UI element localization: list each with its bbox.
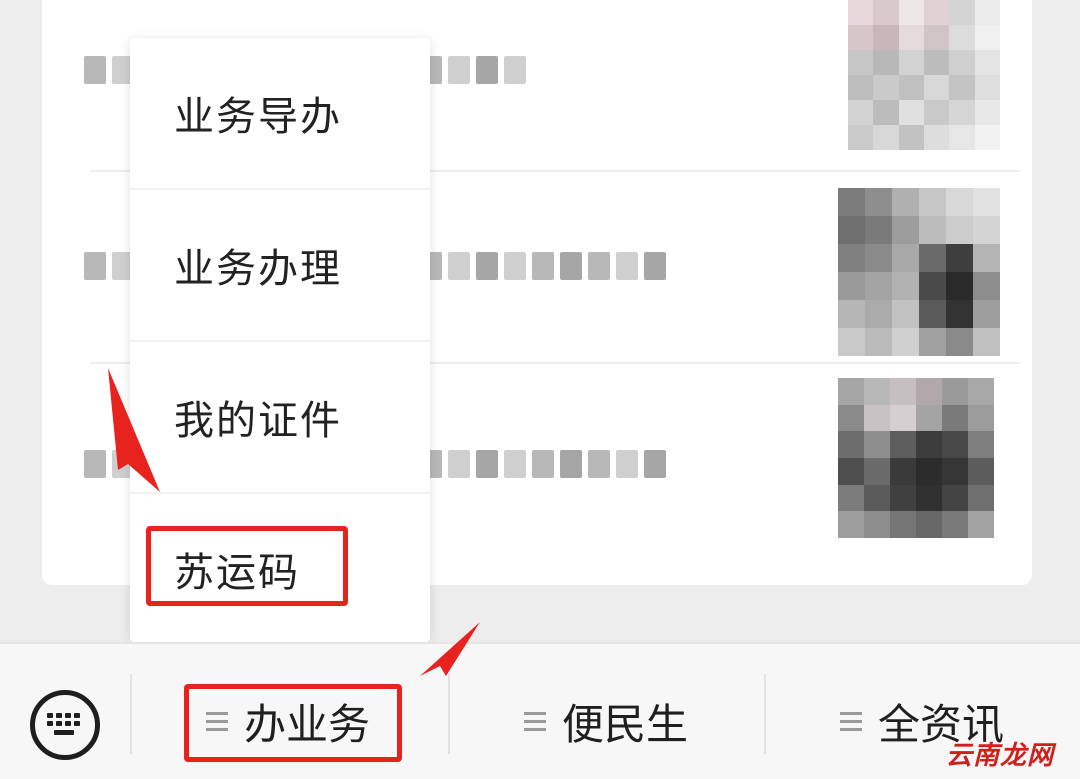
arrow-to-suyun-code [108, 368, 160, 492]
annotation-arrows [108, 368, 480, 676]
watermark: 云南龙网 [946, 741, 1055, 771]
arrow-to-business-tab [420, 622, 480, 676]
